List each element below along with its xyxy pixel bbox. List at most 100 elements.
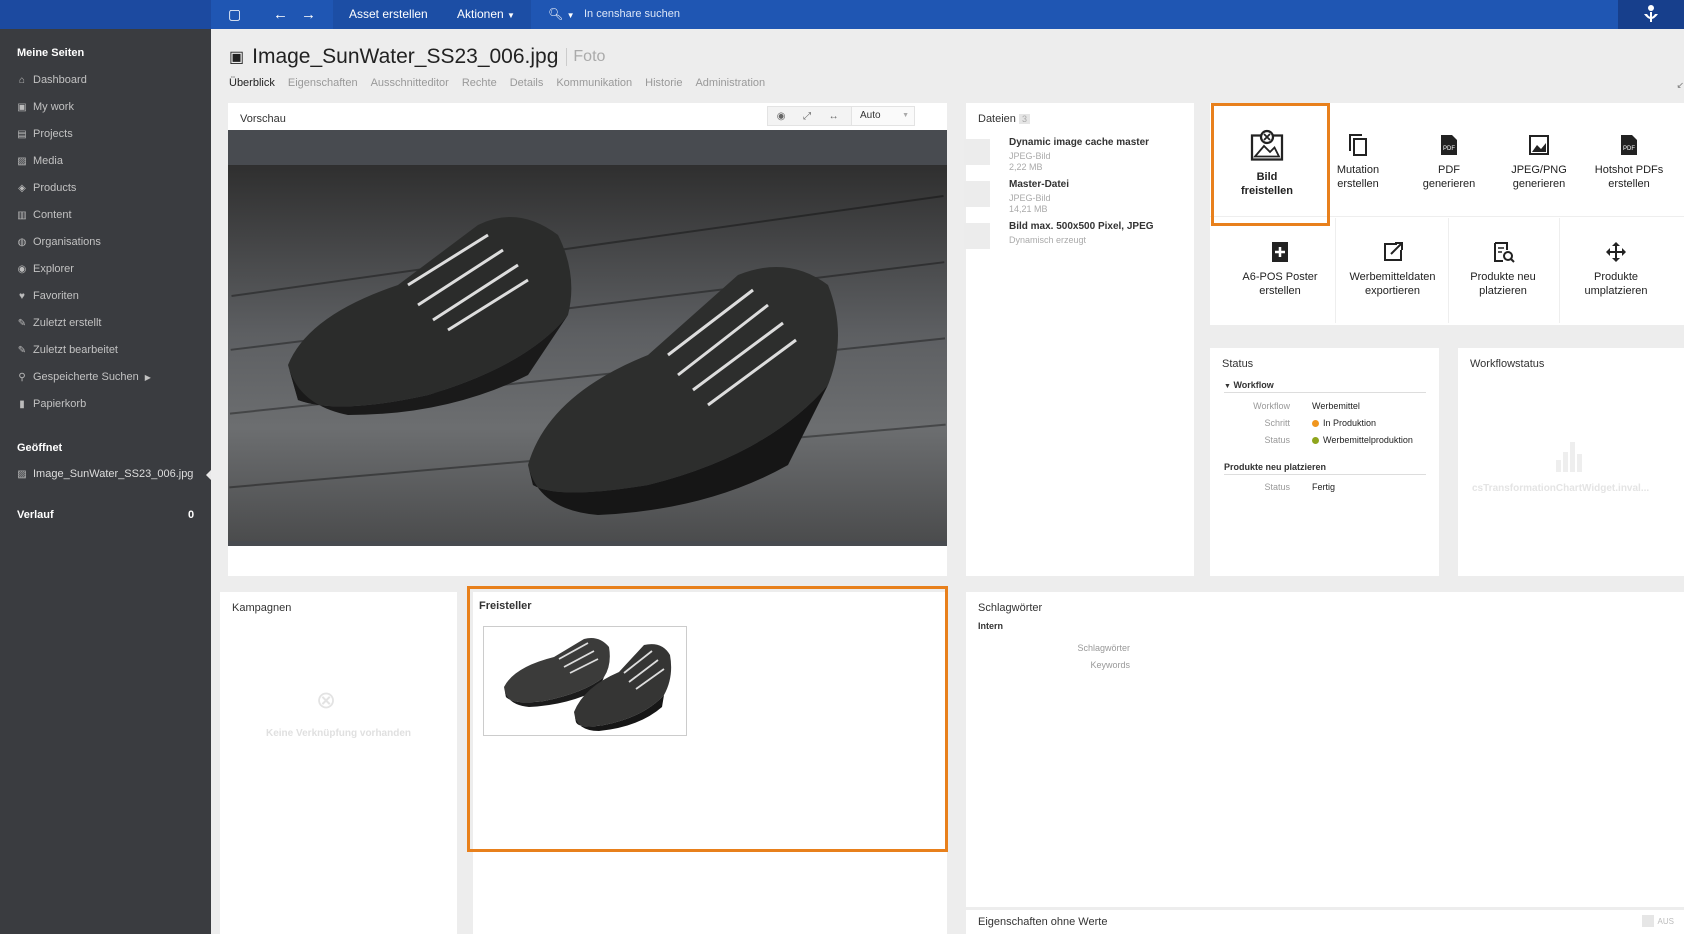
generate-jpeg-png-button[interactable]: JPEG/PNG generieren — [1500, 133, 1578, 191]
edit-icon: ✎ — [17, 344, 27, 356]
tab-rights[interactable]: Rechte — [462, 77, 497, 89]
file-thumbnail-icon — [964, 223, 990, 249]
sidebar-item-label: My work — [33, 101, 74, 113]
sidebar-item-trash[interactable]: ▮ Papierkorb — [17, 398, 86, 410]
chevron-down-icon: ▼ — [1224, 383, 1231, 390]
sidebar-item-label: Dashboard — [33, 74, 87, 86]
create-asset-button[interactable]: Asset erstellen — [333, 0, 444, 29]
user-logo-icon — [1644, 5, 1658, 22]
action-label-line2: erstellen — [1608, 178, 1650, 190]
sidebar-item-label: Content — [33, 209, 72, 221]
status-value-text: Werbemittelproduktion — [1323, 435, 1413, 445]
workflow-section-header[interactable]: ▼ Workflow — [1224, 380, 1426, 393]
sidebar-item-recently-created[interactable]: ✎ Zuletzt erstellt — [17, 317, 102, 329]
zoom-value: Auto — [860, 110, 881, 121]
file-type: JPEG-Bild — [1009, 193, 1051, 203]
sidebar-item-products[interactable]: ◈ Products — [17, 182, 76, 194]
action-label-line1: JPEG/PNG — [1511, 164, 1567, 176]
create-poster-button[interactable]: A6-POS Poster erstellen — [1230, 240, 1330, 298]
tab-history[interactable]: Historie — [645, 77, 682, 89]
forward-arrow-icon[interactable]: → — [301, 0, 316, 29]
zoom-select[interactable]: Auto ▼ — [851, 106, 915, 126]
action-label-line2: umplatzieren — [1584, 285, 1648, 297]
keywords-panel: Schlagwörter Intern Schlagwörter Keyword… — [966, 592, 1684, 907]
file-type: Dynamisch erzeugt — [1009, 235, 1087, 245]
action-label-line1: Hotshot PDFs — [1594, 164, 1664, 176]
create-hotshot-pdfs-button[interactable]: PDF Hotshot PDFs erstellen — [1590, 133, 1668, 191]
sidebar-item-saved-searches[interactable]: ⚲ Gespeicherte Suchen ▶ — [17, 371, 151, 383]
sidebar-item-label: Favoriten — [33, 290, 79, 302]
sidebar-item-media[interactable]: ▨ Media — [17, 155, 63, 167]
top-bar-left — [0, 0, 211, 29]
tab-administration[interactable]: Administration — [695, 77, 765, 89]
actions-label: Aktionen — [457, 7, 504, 21]
top-bar: ▢ ← → Asset erstellen Aktionen ▼ 🔍︎ ▼ In… — [0, 0, 1684, 29]
sidebar-item-recently-edited[interactable]: ✎ Zuletzt bearbeitet — [17, 344, 118, 356]
preview-image — [228, 165, 947, 541]
box-icon: ◈ — [18, 182, 26, 194]
step-status-dot-icon — [1312, 420, 1319, 428]
user-menu[interactable] — [1618, 0, 1684, 29]
move-icon — [1606, 242, 1626, 262]
sidebar-my-pages-heading: Meine Seiten — [17, 47, 85, 59]
expand-icon[interactable]: ⤢ — [803, 111, 811, 122]
tab-properties[interactable]: Eigenschaften — [288, 77, 358, 89]
step-label: Schritt — [1264, 418, 1290, 428]
placement-section-header: Produkte neu platzieren — [1224, 462, 1426, 475]
export-ad-data-button[interactable]: Werbemitteldaten exportieren — [1340, 240, 1445, 298]
tab-details[interactable]: Details — [510, 77, 544, 89]
action-label-line2: erstellen — [1337, 178, 1379, 190]
file-name: Master-Datei — [1009, 179, 1070, 190]
fit-width-icon[interactable]: ↔ — [829, 111, 839, 122]
link-icon: ⊗ — [316, 687, 337, 714]
search-dropdown-icon[interactable]: ▼ — [567, 11, 575, 20]
trash-icon: ▮ — [19, 398, 25, 410]
poster-add-icon — [1272, 242, 1288, 262]
status-label: Status — [1264, 435, 1290, 445]
highlight-crop-action — [1211, 103, 1330, 226]
preview-image-frame — [228, 130, 947, 546]
file-thumbnail-icon — [964, 181, 990, 207]
home-icon: ⌂ — [18, 74, 26, 86]
place-products-button[interactable]: Produkte neu platzieren — [1455, 240, 1551, 298]
sidebar-item-label: Products — [33, 182, 77, 194]
back-arrow-icon[interactable]: ← — [273, 0, 288, 29]
action-label-line1: Werbemitteldaten — [1349, 271, 1436, 283]
tab-overview[interactable]: Überblick — [229, 77, 275, 89]
sidebar-item-opened-asset[interactable]: ▨ Image_SunWater_SS23_006.jpg — [17, 468, 193, 480]
file-size: 14,21 MB — [1009, 204, 1048, 214]
action-label-line2: exportieren — [1364, 285, 1421, 297]
workflow-value: Werbemittel — [1312, 401, 1360, 411]
action-label-line1: Produkte neu — [1470, 271, 1536, 283]
export-icon — [1383, 242, 1403, 261]
create-mutation-button[interactable]: Mutation erstellen — [1330, 133, 1386, 191]
sidebar-item-favoriten[interactable]: ♥ Favoriten — [17, 290, 79, 302]
sidebar-item-dashboard[interactable]: ⌂ Dashboard — [17, 74, 87, 86]
sidebar-item-projects[interactable]: ▤ Projects — [17, 128, 72, 140]
status-title: Status — [1222, 358, 1254, 370]
eye-icon[interactable]: ◉ — [777, 111, 786, 122]
search-icon[interactable]: 🔍︎ ▼ — [548, 0, 575, 29]
sidebar-item-label: Gespeicherte Suchen — [33, 371, 139, 383]
workflow-header-label: Workflow — [1233, 380, 1274, 390]
reposition-products-button[interactable]: Produkte umplatzieren — [1568, 240, 1664, 298]
empty-properties-toggle[interactable]: AUS — [1641, 915, 1674, 927]
files-count: 3 — [1018, 114, 1030, 124]
sidebar-item-my-work[interactable]: ▣ My work — [17, 101, 74, 113]
preview-title: Vorschau — [240, 113, 286, 125]
sidebar-item-organisations[interactable]: ◍ Organisations — [17, 236, 101, 248]
sidebar-toggle-icon[interactable]: ▢ — [228, 0, 241, 29]
heart-icon: ♥ — [19, 290, 25, 302]
collapse-arrow-icon[interactable]: ↙ — [1676, 80, 1684, 91]
sidebar-item-content[interactable]: ▥ Content — [17, 209, 72, 221]
image-icon: ▨ — [17, 155, 27, 167]
generate-pdf-button[interactable]: PDF PDF generieren — [1410, 133, 1488, 191]
action-label-line2: generieren — [1512, 178, 1566, 190]
sidebar-item-explorer[interactable]: ◉ Explorer — [17, 263, 74, 275]
search-input[interactable]: In censhare suchen — [584, 0, 680, 29]
actions-menu-button[interactable]: Aktionen ▼ — [441, 0, 531, 29]
tab-communication[interactable]: Kommunikation — [556, 77, 632, 89]
highlight-freisteller — [467, 586, 948, 852]
tab-crop-editor[interactable]: Ausschnitteditor — [371, 77, 449, 89]
edit-icon: ✎ — [17, 317, 27, 329]
